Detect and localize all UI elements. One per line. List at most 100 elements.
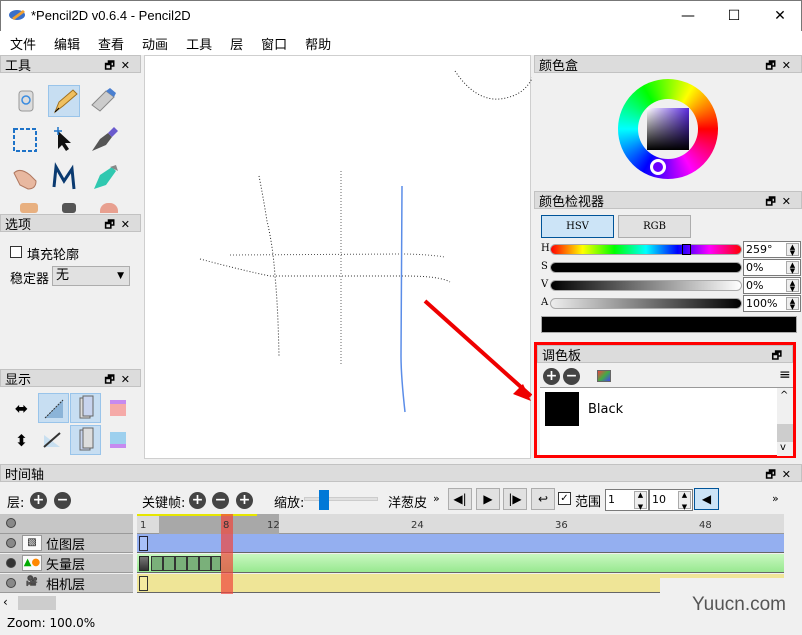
palette-image-icon[interactable] (597, 370, 611, 382)
menu-layer[interactable]: 层 (224, 31, 249, 55)
menu-animation[interactable]: 动画 (136, 31, 174, 55)
keyframe[interactable] (139, 556, 149, 571)
pencil-tool-button[interactable] (48, 85, 80, 117)
minimize-button[interactable]: — (665, 1, 711, 31)
panel-float-close-icons[interactable]: 🗗✕ (765, 57, 797, 76)
layer-row-vector[interactable]: ▲● 矢量层 (0, 554, 133, 573)
zoom-slider-handle[interactable] (319, 490, 329, 510)
panel-float-close-icons[interactable]: 🗗✕ (765, 466, 797, 485)
onion-next-color-icon[interactable] (110, 432, 126, 448)
playhead[interactable]: 8 (221, 514, 233, 594)
eyedropper-icon[interactable] (100, 203, 118, 213)
menu-file[interactable]: 文件 (4, 31, 42, 55)
panel-float-close-icons[interactable]: 🗗✕ (104, 371, 136, 390)
drawing-canvas[interactable] (144, 55, 534, 459)
add-layer-button[interactable]: + (30, 492, 47, 509)
brush-icon[interactable] (62, 203, 76, 213)
panel-float-close-icons[interactable]: 🗗✕ (765, 193, 797, 212)
alpha-spinbox[interactable]: 100% ▲ ▼ (743, 295, 801, 312)
play-button[interactable]: ▶ (476, 488, 500, 510)
polyline-tool-button[interactable] (48, 161, 80, 193)
visibility-icon[interactable] (6, 558, 16, 568)
saturation-value-square[interactable] (647, 108, 689, 150)
value-slider[interactable] (550, 280, 742, 291)
visibility-icon[interactable] (6, 538, 16, 548)
palette-item[interactable]: Black (540, 390, 770, 426)
stabilizer-select[interactable]: 无 ▼ (52, 266, 130, 286)
keyframe[interactable] (139, 576, 148, 591)
loop-button[interactable]: ↩ (531, 488, 555, 510)
spin-arrows-icon[interactable]: ▲ ▼ (786, 297, 799, 311)
range-start-spinbox[interactable]: 1 ▲ ▼ (605, 489, 649, 511)
next-frame-button[interactable]: |▶ (503, 488, 527, 510)
smudge-icon[interactable] (20, 203, 38, 213)
menu-view[interactable]: 查看 (92, 31, 130, 55)
frame-ruler[interactable]: 1 12 24 36 48 (137, 514, 784, 534)
bucket-tool-button[interactable] (88, 161, 120, 193)
hue-slider[interactable] (550, 244, 742, 255)
spin-arrows-icon[interactable]: ▲ ▼ (786, 261, 799, 275)
timeline-zoom-slider[interactable] (304, 490, 378, 510)
spin-arrows-icon[interactable]: ▲ ▼ (786, 243, 799, 257)
remove-keyframe-button[interactable]: − (212, 492, 229, 509)
pen-tool-button[interactable] (88, 123, 120, 155)
menu-window[interactable]: 窗口 (255, 31, 293, 55)
panel-float-close-icons[interactable]: 🗗 (772, 347, 788, 366)
alpha-slider[interactable] (550, 298, 742, 309)
select-tool-button[interactable] (10, 123, 42, 155)
saturation-slider[interactable] (550, 262, 742, 273)
flip-vertical-button[interactable]: ⬍ (6, 425, 37, 455)
add-keyframe-button[interactable]: + (189, 492, 206, 509)
menu-help[interactable]: 帮助 (299, 31, 337, 55)
visibility-icon[interactable] (6, 578, 16, 588)
onion-prev-button[interactable] (70, 393, 101, 423)
hue-handle[interactable] (650, 159, 666, 175)
scroll-left-icon[interactable]: ‹ (3, 595, 8, 609)
hue-slider-handle[interactable] (682, 244, 692, 255)
flip-horizontal-button[interactable]: ⬌ (6, 393, 37, 423)
saturation-spinbox[interactable]: 0% ▲ ▼ (743, 259, 801, 276)
value-spinbox[interactable]: 0% ▲ ▼ (743, 277, 801, 294)
menu-tools[interactable]: 工具 (180, 31, 218, 55)
spin-arrows-icon[interactable]: ▲ ▼ (678, 491, 691, 511)
add-color-button[interactable]: + (543, 368, 560, 385)
panel-float-close-icons[interactable]: 🗗✕ (104, 57, 136, 76)
timeline-h-scroll-thumb[interactable] (18, 596, 56, 610)
onion-prev-color-icon[interactable] (110, 400, 126, 416)
track-vector[interactable] (137, 554, 784, 573)
layer-row-bitmap[interactable]: ▧ 位图层 (0, 534, 133, 553)
chevron-down-icon[interactable]: v (780, 442, 786, 453)
clear-tool-button[interactable] (10, 85, 42, 117)
remove-color-button[interactable]: − (563, 368, 580, 385)
range-checkbox[interactable]: ✓ (558, 492, 571, 505)
hand-tool-button[interactable] (10, 161, 42, 193)
palette-scrollbar[interactable]: ^ v (777, 388, 793, 456)
more-toolbar-right-icon[interactable]: » (772, 492, 779, 505)
keyframe[interactable] (139, 536, 148, 551)
onion-next-button[interactable] (70, 425, 101, 455)
duplicate-keyframe-button[interactable]: + (236, 492, 253, 509)
outline-toggle-button[interactable] (38, 393, 69, 423)
tab-rgb[interactable]: RGB (618, 215, 691, 238)
more-toolbar-icon[interactable]: » (433, 492, 440, 505)
menu-edit[interactable]: 编辑 (48, 31, 86, 55)
prev-frame-button[interactable]: ◀| (448, 488, 472, 510)
chevron-up-icon[interactable]: ^ (780, 390, 788, 401)
spin-arrows-icon[interactable]: ▲ ▼ (786, 279, 799, 293)
close-button[interactable]: ✕ (757, 1, 802, 31)
visibility-all-icon[interactable] (6, 518, 16, 528)
move-tool-button[interactable] (48, 123, 80, 155)
fill-contour-checkbox[interactable] (10, 246, 22, 258)
invert-toggle-button[interactable] (38, 425, 69, 455)
remove-layer-button[interactable]: − (54, 492, 71, 509)
layer-row-camera[interactable]: 🎥 相机层 (0, 574, 133, 593)
eraser-tool-button[interactable] (88, 85, 120, 117)
palette-menu-icon[interactable]: ≡ (779, 367, 791, 383)
panel-float-close-icons[interactable]: 🗗✕ (104, 216, 136, 235)
range-end-spinbox[interactable]: 10 ▲ ▼ (649, 489, 693, 511)
sound-toggle-button[interactable]: ◀ (694, 488, 719, 510)
tab-hsv[interactable]: HSV (541, 215, 614, 238)
keyframe-range[interactable] (151, 556, 221, 571)
track-bitmap[interactable] (137, 534, 784, 553)
hue-wheel[interactable] (618, 79, 718, 179)
